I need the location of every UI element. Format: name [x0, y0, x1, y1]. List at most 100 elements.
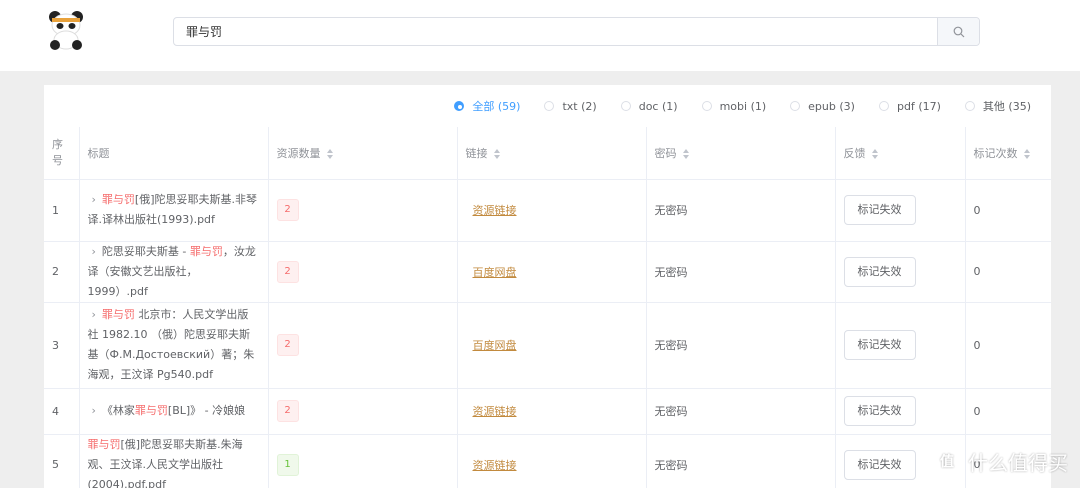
search-box [173, 17, 980, 46]
watermark-logo-icon: 值 [932, 446, 962, 476]
mark-invalid-button[interactable]: 标记失效 [843, 256, 916, 287]
filter-all[interactable]: 全部 (59) [454, 98, 520, 114]
filter-doc[interactable]: doc (1) [620, 98, 678, 114]
row-password: 无密码 [646, 241, 836, 303]
mark-invalid-button[interactable]: 标记失效 [843, 396, 916, 426]
filter-count: (2) [581, 99, 597, 113]
header-label: 资源数量 [276, 146, 321, 160]
row-resources: 2 [268, 179, 458, 242]
header-index: 序号 [44, 127, 80, 180]
title-highlight: 罪与罚 [134, 404, 168, 417]
row-link: 资源链接 [457, 179, 647, 242]
header-label: 链接 [465, 146, 488, 160]
sort-icon[interactable] [871, 148, 878, 159]
row-feedback: 标记失效 [835, 241, 966, 303]
header-label: 标记次数 [973, 146, 1018, 160]
results-table: 序号 标题 资源数量 链接 密码 反馈 标记次数 1 › 罪与罚[俄]陀思妥耶夫斯… [44, 127, 1051, 488]
mark-invalid-button[interactable]: 标记失效 [843, 449, 916, 480]
row-title: › 《林家罪与罚[BL]》 - 冷娘娘 [79, 388, 269, 435]
header-mark-count[interactable]: 标记次数 [965, 127, 1051, 180]
filter-txt[interactable]: txt (2) [544, 98, 597, 114]
chevron-right-icon[interactable]: › [92, 404, 96, 417]
title-highlight: 罪与罚 [189, 244, 223, 258]
filter-mobi[interactable]: mobi (1) [701, 98, 767, 114]
row-title: › 陀思妥耶夫斯基 - 罪与罚，汝龙译（安徽文艺出版社，1999）.pdf [79, 241, 269, 303]
resource-link[interactable]: 资源链接 [473, 405, 517, 418]
filter-label: epub [808, 99, 836, 113]
row-password: 无密码 [646, 179, 836, 242]
search-button[interactable] [937, 18, 979, 45]
filter-count: (1) [750, 99, 767, 113]
search-icon [953, 26, 964, 37]
row-mark-count: 0 [965, 179, 1051, 242]
table-row: 5 罪与罚[俄]陀思妥耶夫斯基.朱海观、王汶译.人民文学出版社(2004).pd… [44, 434, 1051, 488]
header-label: 标题 [87, 146, 110, 160]
title-highlight: 罪与罚 [101, 193, 135, 206]
row-index: 2 [44, 241, 80, 303]
row-resources: 2 [268, 302, 458, 389]
table-row: 2 › 陀思妥耶夫斯基 - 罪与罚，汝龙译（安徽文艺出版社，1999）.pdf 2… [44, 241, 1051, 303]
filter-count: (17) [918, 99, 941, 113]
filter-label: doc [638, 99, 659, 113]
watermark: 值 什么值得买 [932, 446, 1068, 476]
resource-count-badge: 1 [276, 453, 299, 476]
table-header-row: 序号 标题 资源数量 链接 密码 反馈 标记次数 [44, 127, 1051, 180]
row-feedback: 标记失效 [835, 302, 966, 389]
search-input[interactable] [174, 18, 937, 45]
panda-logo-icon[interactable] [46, 8, 86, 50]
filter-label: 其他 [982, 100, 1005, 113]
sort-icon[interactable] [682, 148, 689, 159]
table-row: 4 › 《林家罪与罚[BL]》 - 冷娘娘 2 资源链接 无密码 标记失效 0 [44, 388, 1051, 435]
header-label: 反馈 [843, 146, 866, 160]
chevron-right-icon[interactable]: › [92, 308, 96, 321]
radio-icon [964, 101, 975, 111]
chevron-right-icon[interactable]: › [92, 245, 96, 258]
title-highlight: 罪与罚 [101, 308, 135, 321]
filter-other[interactable]: 其他 (35) [964, 98, 1031, 114]
header-resources[interactable]: 资源数量 [268, 127, 458, 180]
row-feedback: 标记失效 [835, 179, 966, 242]
resource-count-badge: 2 [276, 260, 299, 283]
top-bar [0, 0, 1080, 71]
title-prefix: 《林家 [101, 404, 135, 417]
filter-pdf[interactable]: pdf (17) [878, 98, 941, 114]
resource-link[interactable]: 百度网盘 [473, 339, 517, 352]
header-password[interactable]: 密码 [646, 127, 836, 180]
mark-invalid-button[interactable]: 标记失效 [843, 195, 916, 225]
row-title: 罪与罚[俄]陀思妥耶夫斯基.朱海观、王汶译.人民文学出版社(2004).pdf.… [79, 434, 269, 488]
row-resources: 2 [268, 388, 458, 435]
table-row: 1 › 罪与罚[俄]陀思妥耶夫斯基.非琴译.译林出版社(1993).pdf 2 资… [44, 179, 1051, 242]
title-suffix: [BL]》 - 冷娘娘 [167, 404, 246, 417]
resource-count-badge: 2 [276, 199, 299, 221]
header-feedback[interactable]: 反馈 [835, 127, 966, 180]
resource-count-badge: 2 [276, 400, 299, 422]
table-row: 3 › 罪与罚 北京市：人民文学出版社 1982.10 （俄）陀思妥耶夫斯基（Ф.… [44, 302, 1051, 389]
row-link: 百度网盘 [457, 302, 647, 389]
sort-icon[interactable] [1023, 148, 1030, 159]
row-index: 1 [44, 179, 80, 242]
format-filter-group: 全部 (59) txt (2) doc (1) mobi (1) epub (3… [430, 98, 1031, 114]
radio-icon [544, 101, 555, 111]
filter-label: txt [562, 99, 578, 113]
radio-icon [790, 101, 801, 111]
header-label: 序号 [52, 137, 63, 167]
filter-count: (35) [1008, 99, 1031, 113]
resource-link[interactable]: 资源链接 [473, 459, 517, 472]
row-password: 无密码 [646, 388, 836, 435]
filter-label: pdf [896, 99, 915, 113]
title-highlight: 罪与罚 [87, 437, 121, 451]
sort-icon[interactable] [326, 148, 333, 159]
resource-link[interactable]: 资源链接 [473, 204, 517, 217]
header-link[interactable]: 链接 [457, 127, 647, 180]
row-mark-count: 0 [965, 241, 1051, 303]
resource-link[interactable]: 百度网盘 [473, 266, 517, 279]
filter-epub[interactable]: epub (3) [790, 98, 855, 114]
radio-icon [701, 101, 712, 111]
chevron-right-icon[interactable]: › [92, 193, 96, 206]
results-panel: 全部 (59) txt (2) doc (1) mobi (1) epub (3… [44, 85, 1051, 488]
row-mark-count: 0 [965, 302, 1051, 389]
row-index: 4 [44, 388, 80, 435]
row-resources: 1 [268, 434, 458, 488]
sort-icon[interactable] [493, 148, 500, 159]
mark-invalid-button[interactable]: 标记失效 [843, 330, 916, 360]
